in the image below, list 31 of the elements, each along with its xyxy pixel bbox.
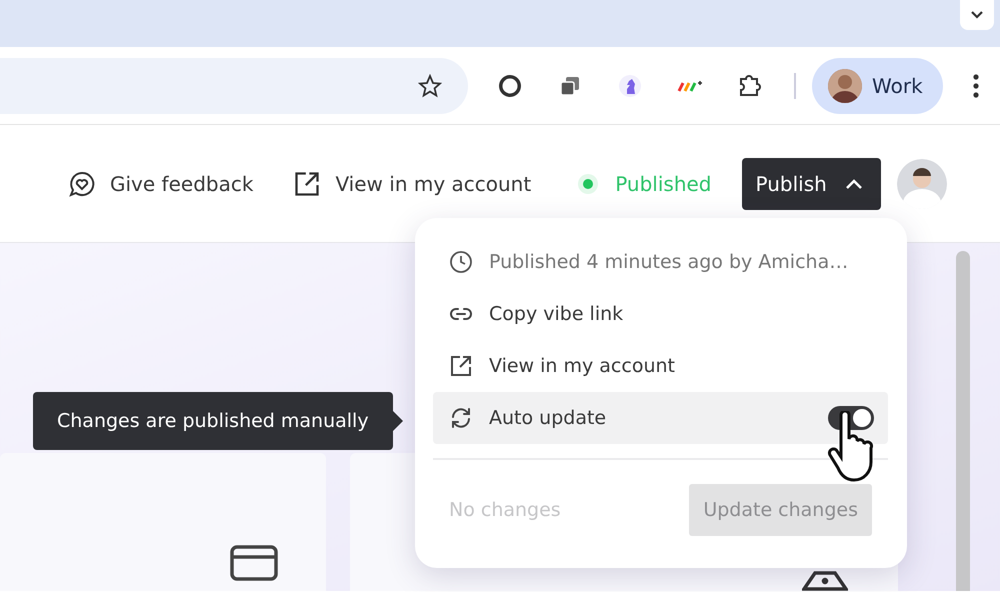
hand-cursor-icon [827, 411, 873, 483]
tooltip: Changes are published manually [33, 392, 403, 450]
avatar-icon[interactable] [896, 158, 947, 208]
tab-list-button[interactable] [960, 0, 994, 30]
menu-item[interactable]: View in my account [433, 340, 888, 392]
menu-icon[interactable] [972, 74, 979, 98]
scrollbar[interactable] [956, 251, 970, 591]
heart-chat-icon [68, 170, 96, 198]
view-account-link[interactable]: View in my account [293, 170, 532, 198]
external-link-icon [293, 170, 322, 198]
chess-knight-icon[interactable] [618, 72, 642, 98]
puzzle-piece-icon[interactable] [737, 72, 763, 98]
feedback-link[interactable]: Give feedback [68, 170, 254, 198]
status-label: Published [615, 172, 712, 196]
sync-icon [449, 406, 473, 430]
copy-icon[interactable] [559, 74, 581, 96]
status-note: No changes [449, 499, 561, 521]
star-icon[interactable] [418, 74, 442, 98]
avatar-icon [828, 68, 862, 102]
chevron-down-icon [970, 10, 984, 20]
external-link-icon [449, 354, 473, 378]
chevron-icon [844, 178, 863, 190]
profile-button[interactable]: Work [812, 58, 943, 114]
clock-icon [449, 250, 473, 274]
menu-item[interactable]: Auto update [433, 392, 888, 444]
publish-info: Published 4 minutes ago by Amicha… [433, 236, 888, 288]
publish-button[interactable]: Publish [742, 158, 881, 210]
credit-card-icon [230, 545, 278, 581]
color-stripes-icon[interactable] [677, 78, 703, 92]
status-dot [583, 178, 594, 188]
menu-item[interactable]: Copy vibe link [433, 288, 888, 340]
